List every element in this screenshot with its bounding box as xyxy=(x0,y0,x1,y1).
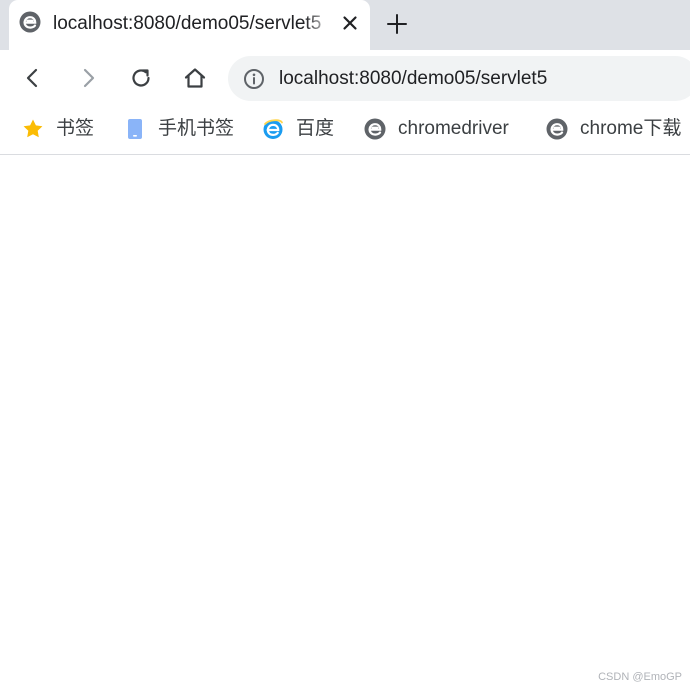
bookmark-label: 手机书签 xyxy=(158,118,235,139)
star-icon xyxy=(23,119,43,138)
close-icon[interactable] xyxy=(340,13,360,33)
bookmark-label: chrome下载 xyxy=(580,118,682,139)
edge-e-icon xyxy=(546,118,568,140)
reload-icon xyxy=(132,69,150,87)
reload-button[interactable] xyxy=(126,63,156,93)
back-button[interactable] xyxy=(18,63,48,93)
back-arrow-icon xyxy=(26,68,38,88)
ie-icon xyxy=(263,119,283,139)
bookmarks-bar: 书签 手机书签 百度 chromedriver chrome下载 xyxy=(0,107,690,155)
bookmark-baidu[interactable]: 百度 xyxy=(262,107,334,151)
home-button[interactable] xyxy=(180,63,210,93)
active-tab[interactable]: localhost:8080/demo05/servlet5 xyxy=(9,0,370,50)
tab-title: localhost:8080/demo05/servlet5 xyxy=(53,13,322,34)
bookmark-folder-mobile[interactable]: 手机书签 xyxy=(124,107,234,151)
bookmark-label: 百度 xyxy=(296,118,335,139)
bookmark-label: chromedriver xyxy=(398,118,509,139)
address-bar[interactable]: localhost:8080/demo05/servlet5 xyxy=(228,56,690,101)
navigation-toolbar: localhost:8080/demo05/servlet5 xyxy=(0,50,690,107)
url-text[interactable]: localhost:8080/demo05/servlet5 xyxy=(279,67,547,91)
edge-e-icon xyxy=(364,118,386,140)
page-content: CSDN @EmoGP xyxy=(0,156,690,689)
bookmark-folder-bookmarks[interactable]: 书签 xyxy=(22,107,94,151)
forward-arrow-icon xyxy=(83,68,95,88)
info-icon[interactable] xyxy=(243,68,265,90)
tab-strip: localhost:8080/demo05/servlet5 xyxy=(0,0,690,50)
edge-e-icon xyxy=(19,11,41,33)
new-tab-icon[interactable] xyxy=(385,12,409,36)
watermark: CSDN @EmoGP xyxy=(598,671,682,683)
bookmark-chrome-download[interactable]: chrome下载 xyxy=(546,107,681,151)
bookmark-label: 书签 xyxy=(56,118,95,139)
home-icon xyxy=(184,68,206,88)
forward-button[interactable] xyxy=(73,63,103,93)
bookmark-chromedriver[interactable]: chromedriver xyxy=(364,107,509,151)
phone-icon xyxy=(128,119,142,139)
